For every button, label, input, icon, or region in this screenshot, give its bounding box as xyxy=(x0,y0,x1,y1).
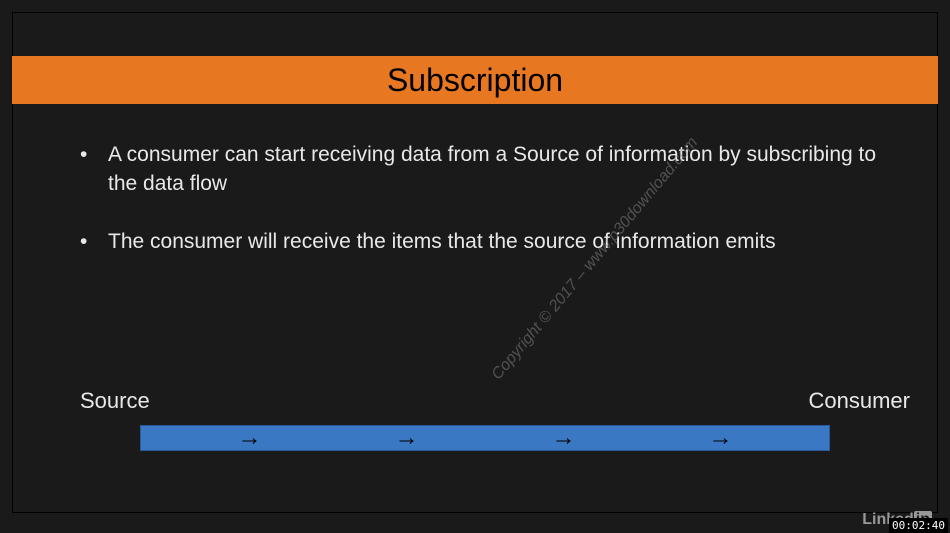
arrow-icon: → xyxy=(238,426,262,450)
bullet-text: A consumer can start receiving data from… xyxy=(108,140,890,199)
slide-title: Subscription xyxy=(387,62,563,99)
arrow-icon: → xyxy=(552,426,576,450)
bullet-marker: • xyxy=(80,140,108,199)
bullet-list: • A consumer can start receiving data fr… xyxy=(80,140,890,284)
bullet-text: The consumer will receive the items that… xyxy=(108,227,890,256)
video-timestamp: 00:02:40 xyxy=(889,518,948,533)
source-label: Source xyxy=(80,388,150,414)
bullet-item: • A consumer can start receiving data fr… xyxy=(80,140,890,199)
consumer-label: Consumer xyxy=(809,388,910,414)
arrow-icon: → xyxy=(709,426,733,450)
bullet-marker: • xyxy=(80,227,108,256)
title-bar: Subscription xyxy=(12,56,938,104)
flow-bar: → → → → xyxy=(140,425,830,451)
arrow-icon: → xyxy=(395,426,419,450)
bullet-item: • The consumer will receive the items th… xyxy=(80,227,890,256)
